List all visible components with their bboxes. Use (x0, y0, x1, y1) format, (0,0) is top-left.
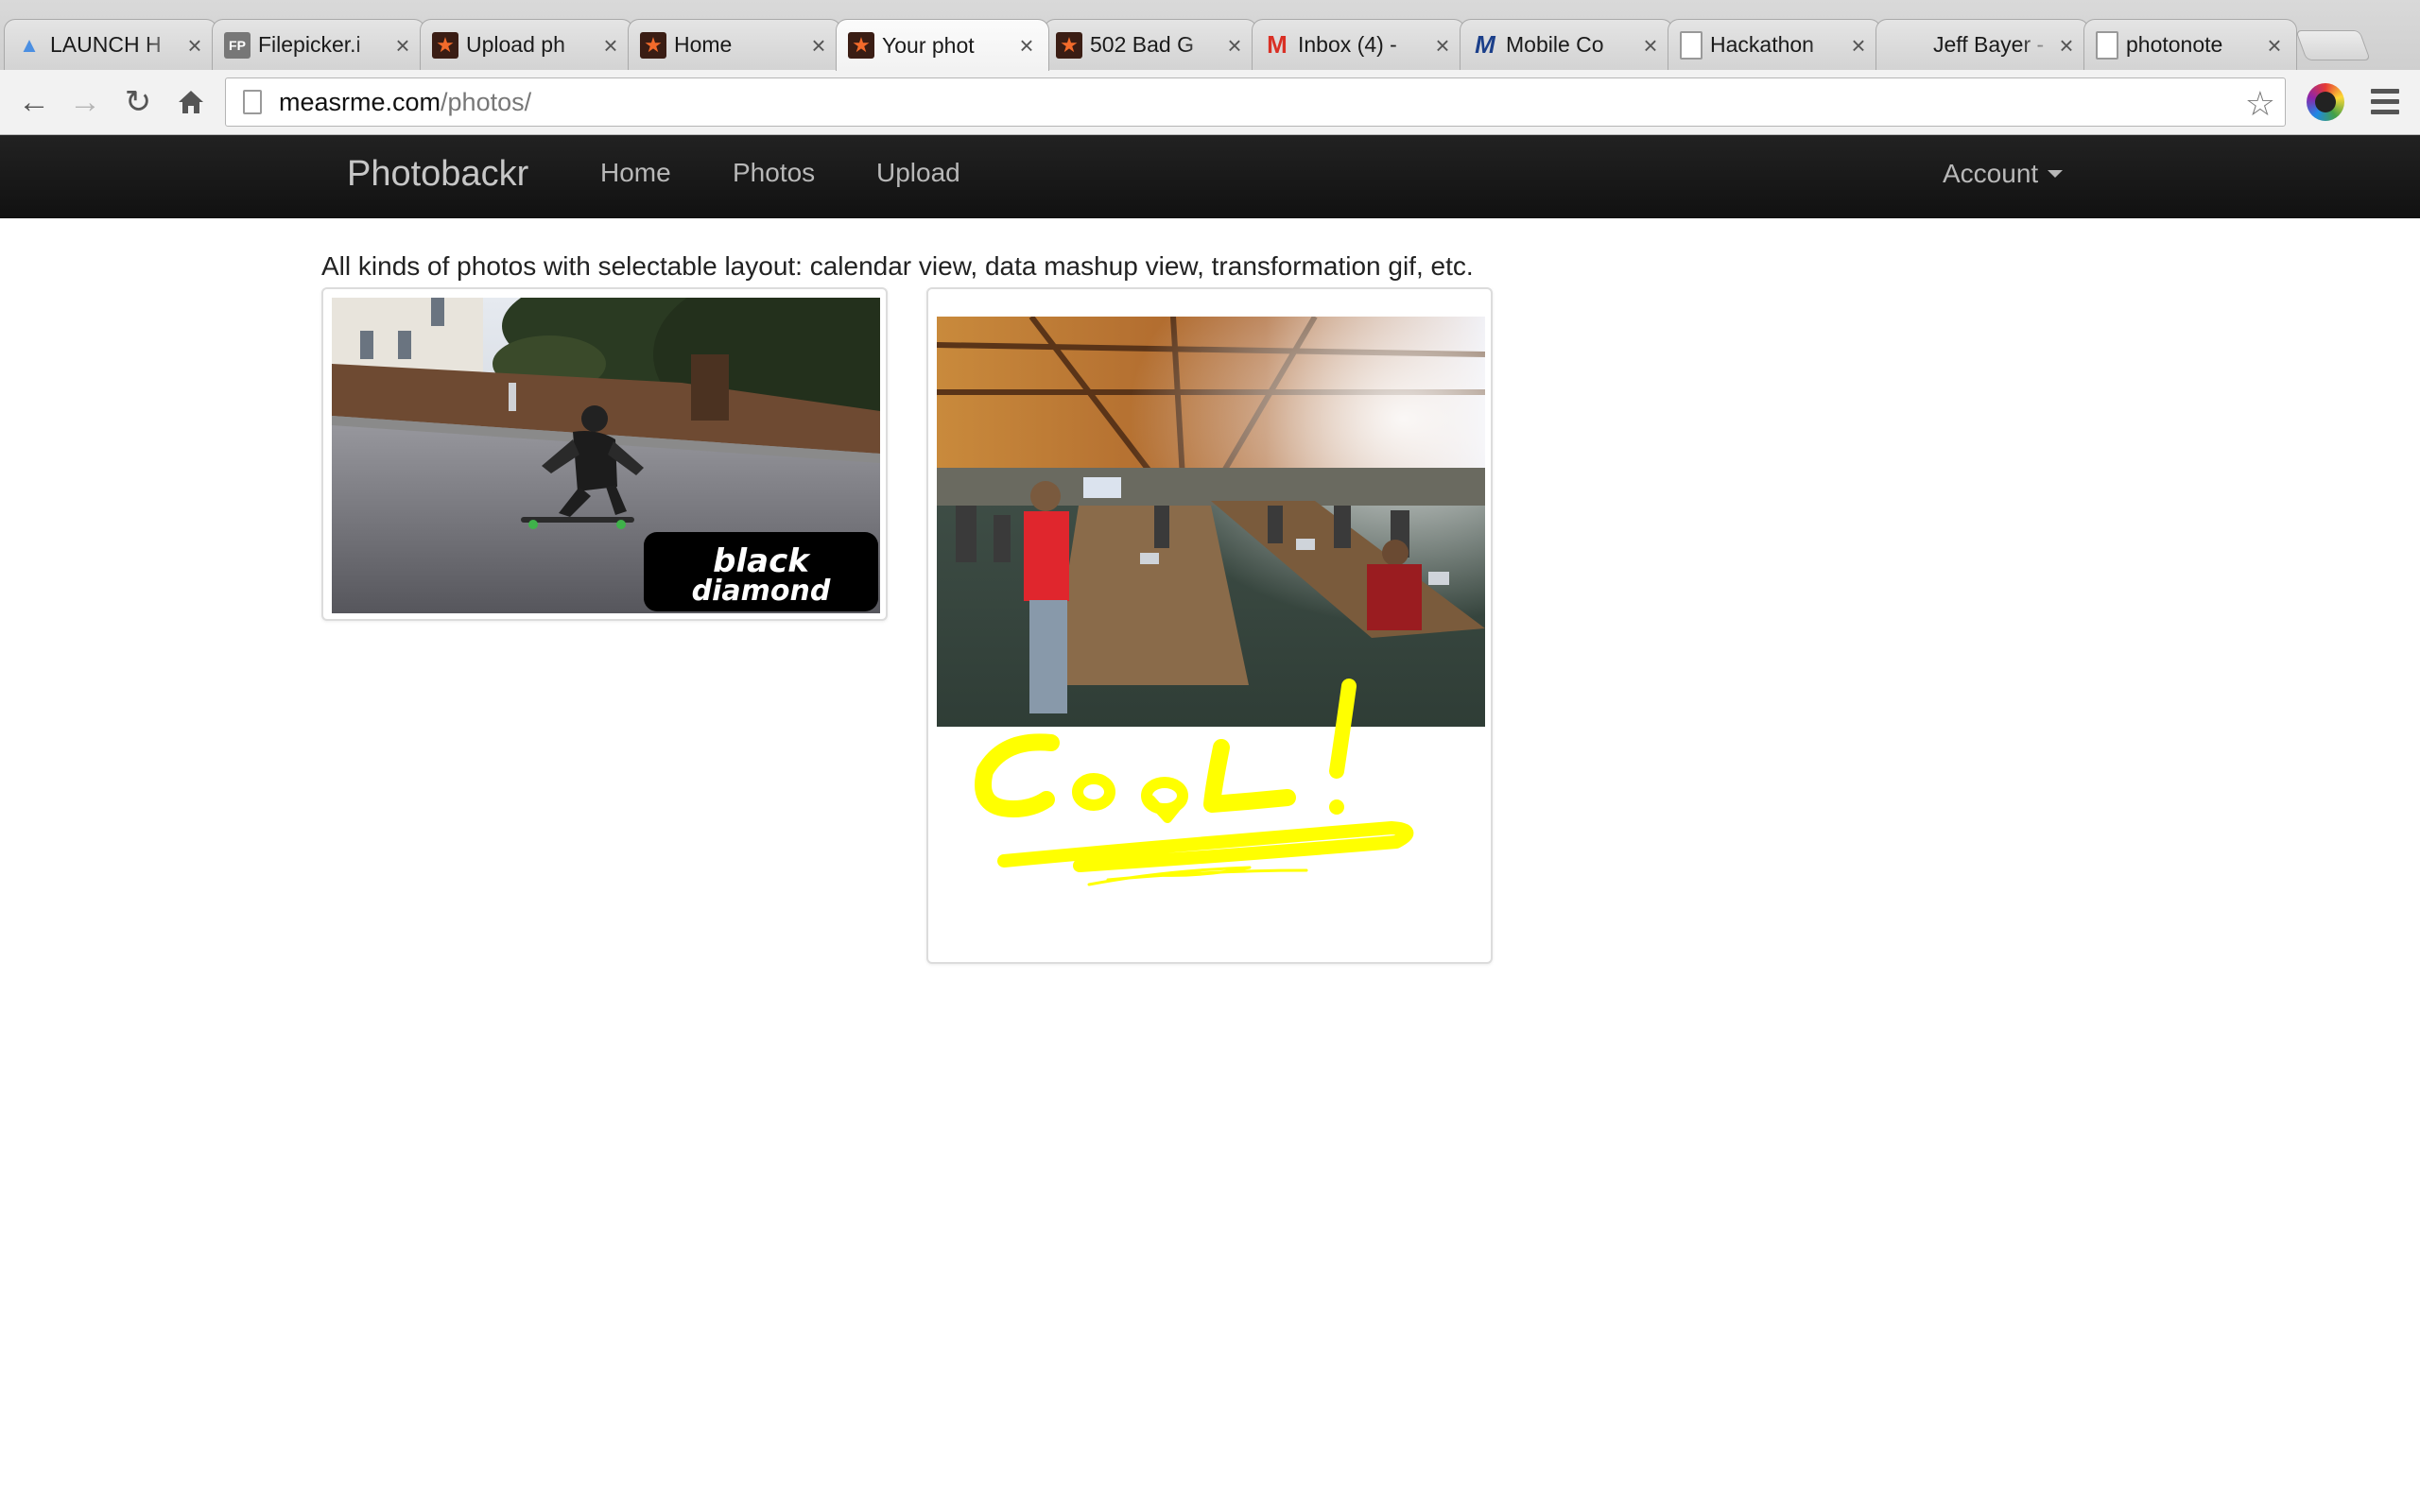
tab-title: 502 Bad G (1090, 32, 1194, 57)
page-icon (1680, 30, 1703, 60)
address-url[interactable]: measrme.com/photos/ (279, 88, 531, 117)
photo-thumbnail[interactable] (926, 287, 1493, 964)
browser-tab[interactable]: ★ Upload ph × (420, 19, 633, 70)
star-favicon-icon: ★ (432, 31, 458, 59)
tab-title: Your phot (882, 32, 975, 58)
browser-tab[interactable]: Jeff Bayer - × (1876, 19, 2089, 70)
close-icon[interactable]: × (1848, 33, 1869, 58)
photo-thumbnail[interactable]: black diamond (321, 287, 888, 621)
tab-title: photonote (2126, 32, 2223, 57)
close-icon[interactable]: × (184, 33, 205, 58)
close-icon[interactable]: × (2264, 33, 2285, 58)
tab-title: LAUNCH H (50, 32, 162, 57)
skateboarder-photo[interactable]: black diamond (332, 298, 880, 613)
site-navbar: Photobackr Home Photos Upload Account (0, 135, 2420, 218)
browser-tab[interactable]: Hackathon × (1668, 19, 1881, 70)
home-icon[interactable] (172, 83, 210, 121)
page-icon (2096, 30, 2118, 60)
brand-logo[interactable]: Photobackr (347, 154, 528, 195)
browser-tab[interactable]: ▲ LAUNCH H × (4, 19, 217, 70)
account-dropdown[interactable]: Account (1943, 159, 2064, 189)
forward-arrow-icon[interactable]: → (66, 83, 104, 121)
nav-upload[interactable]: Upload (876, 158, 960, 188)
nav-photos[interactable]: Photos (733, 158, 815, 188)
mobile-favicon-icon: M (1475, 30, 1495, 59)
page-icon (243, 90, 262, 114)
tab-title: Inbox (4) - (1298, 32, 1397, 57)
close-icon[interactable]: × (1016, 33, 1037, 58)
star-favicon-icon: ★ (848, 32, 874, 59)
browser-tab[interactable]: photonote × (2083, 19, 2297, 70)
black-diamond-logo: black diamond (644, 532, 878, 611)
tab-title: Mobile Co (1506, 32, 1604, 57)
browser-tab[interactable]: ★ Home × (628, 19, 841, 70)
close-icon[interactable]: × (2056, 33, 2077, 58)
browser-tab-active[interactable]: ★ Your phot × (836, 19, 1049, 71)
browser-toolbar: ← → ↻ measrme.com/photos/ ☆ (0, 70, 2420, 135)
close-icon[interactable]: × (1432, 33, 1453, 58)
launch-rocket-icon: ▲ (19, 32, 40, 57)
browser-tab[interactable]: M Mobile Co × (1460, 19, 1673, 70)
hackathon-hall-photo[interactable] (937, 317, 1485, 727)
tab-title: Upload ph (466, 32, 565, 57)
close-icon[interactable]: × (600, 33, 621, 58)
nav-home[interactable]: Home (600, 158, 671, 188)
bookmark-star-icon[interactable]: ☆ (2245, 84, 2275, 124)
account-label: Account (1943, 159, 2039, 188)
close-icon[interactable]: × (808, 33, 829, 58)
tab-title: Home (674, 32, 733, 57)
browser-tab[interactable]: FP Filepicker.i × (212, 19, 425, 70)
close-icon[interactable]: × (392, 33, 413, 58)
reload-icon[interactable]: ↻ (119, 83, 157, 121)
menu-icon[interactable] (2371, 89, 2399, 120)
tab-title: Filepicker.i (258, 32, 361, 57)
back-arrow-icon[interactable]: ← (15, 83, 53, 121)
browser-tab[interactable]: M Inbox (4) - × (1252, 19, 1465, 70)
color-wheel-extension-icon[interactable] (2307, 83, 2344, 121)
gmail-icon: M (1267, 30, 1288, 59)
address-bar[interactable]: measrme.com/photos/ ☆ (225, 77, 2286, 127)
svg-text:diamond: diamond (692, 575, 831, 608)
close-icon[interactable]: × (1640, 33, 1661, 58)
star-favicon-icon: ★ (1056, 31, 1082, 59)
filepicker-icon: FP (224, 31, 251, 59)
star-favicon-icon: ★ (640, 31, 666, 59)
caret-down-icon (2048, 170, 2064, 178)
browser-tab[interactable]: ★ 502 Bad G × (1044, 19, 1257, 70)
close-icon[interactable]: × (1224, 33, 1245, 58)
cool-annotation-drawing (975, 679, 1414, 886)
tab-title: Jeff Bayer - (1933, 32, 2045, 57)
tab-title: Hackathon (1710, 32, 1814, 57)
intro-text: All kinds of photos with selectable layo… (321, 251, 1474, 281)
browser-tab-strip: ▲ LAUNCH H × FP Filepicker.i × ★ Upload … (0, 0, 2420, 71)
new-tab-button[interactable] (2295, 30, 2371, 60)
